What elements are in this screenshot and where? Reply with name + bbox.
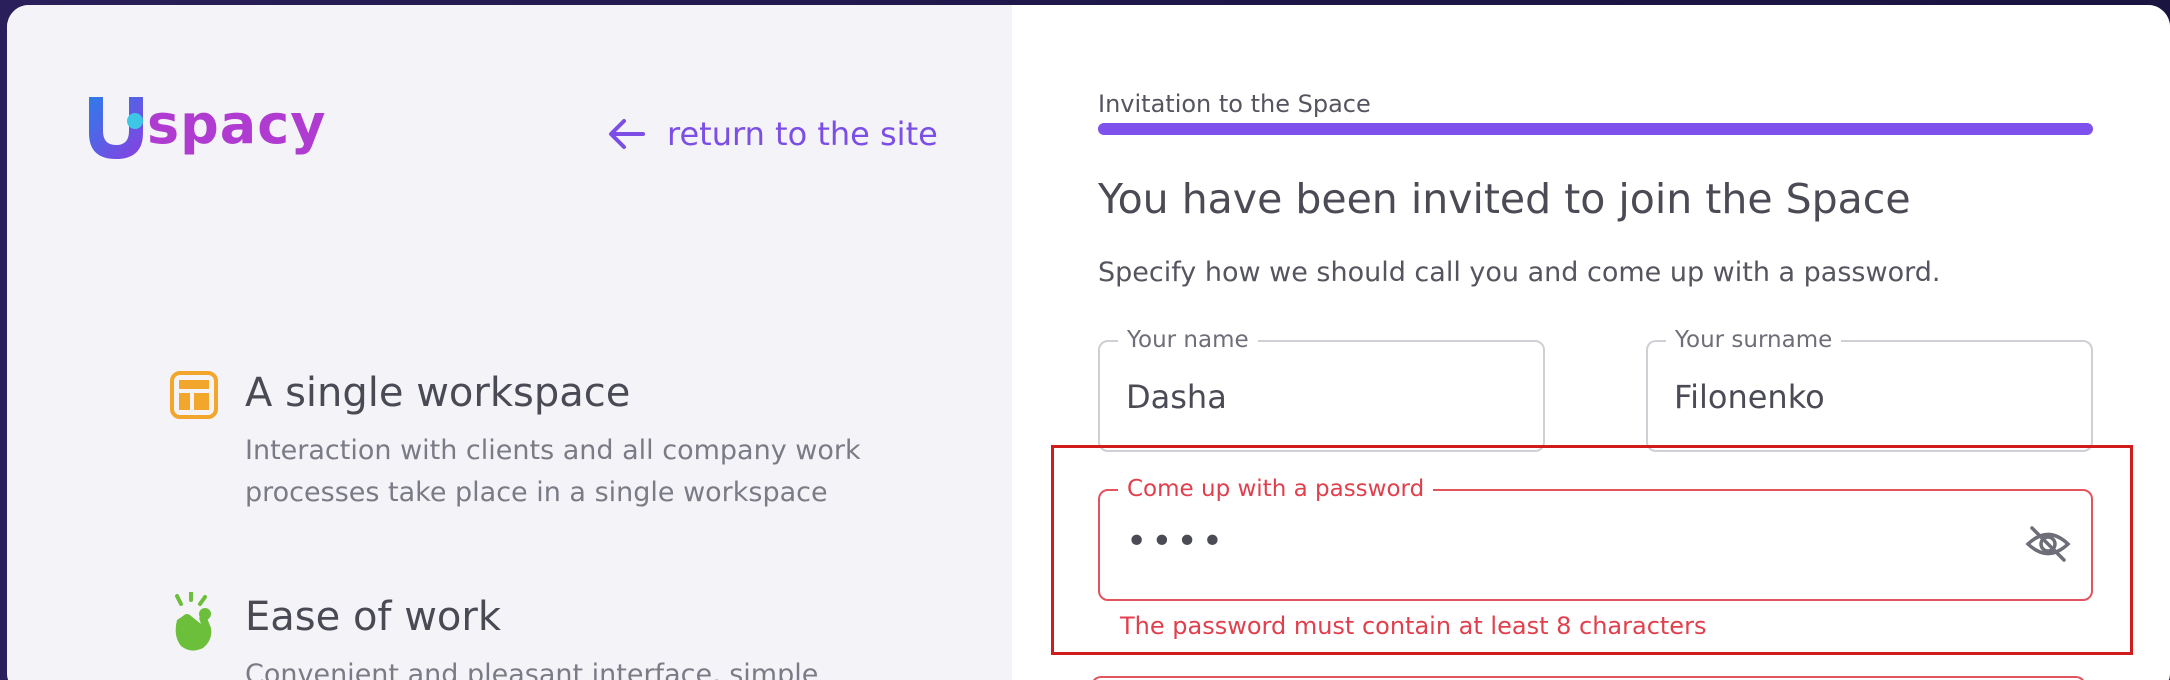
left-panel: spacy return to the site A single worksp… — [7, 5, 1012, 680]
form-subheading: Specify how we should call you and come … — [1098, 257, 1941, 288]
feature-ease-of-work: Ease of work Convenient and pleasant int… — [167, 590, 885, 680]
layout-icon — [167, 368, 221, 422]
feature-description: Convenient and pleasant interface, simpl… — [245, 659, 819, 680]
form-heading: You have been invited to join the Space — [1098, 175, 1911, 223]
return-to-site-label: return to the site — [667, 115, 938, 153]
logo-mark-icon — [85, 91, 147, 163]
logo-wordmark: spacy — [147, 92, 327, 156]
snap-hand-icon — [167, 590, 221, 651]
return-to-site-link[interactable]: return to the site — [607, 115, 938, 153]
eye-off-icon[interactable] — [2025, 521, 2071, 567]
form-panel: Invitation to the Space You have been in… — [1012, 5, 2170, 680]
password-value: •••• — [1126, 521, 1227, 562]
feature-title: A single workspace — [245, 370, 631, 416]
password-label: Come up with a password — [1118, 474, 1434, 504]
surname-field[interactable]: Your surname Filonenko — [1646, 325, 2093, 452]
surname-label: Your surname — [1666, 325, 1842, 355]
password-field[interactable]: Come up with a password •••• — [1098, 474, 2093, 601]
page-card: spacy return to the site A single worksp… — [7, 5, 2170, 680]
uspacy-logo[interactable]: spacy — [85, 92, 326, 162]
arrow-left-icon — [607, 117, 645, 151]
step-label: Invitation to the Space — [1098, 90, 1371, 118]
progress-bar — [1098, 123, 2093, 135]
surname-value: Filonenko — [1674, 378, 1825, 416]
feature-description: Interaction with clients and all company… — [245, 435, 861, 508]
name-field[interactable]: Your name Dasha — [1098, 325, 1545, 452]
name-value: Dasha — [1126, 378, 1227, 416]
feature-title: Ease of work — [245, 594, 502, 640]
name-label: Your name — [1118, 325, 1258, 355]
password-error-message: The password must contain at least 8 cha… — [1120, 612, 1707, 640]
feature-single-workspace: A single workspace Interaction with clie… — [167, 368, 885, 514]
next-field-edge — [1091, 676, 2086, 680]
